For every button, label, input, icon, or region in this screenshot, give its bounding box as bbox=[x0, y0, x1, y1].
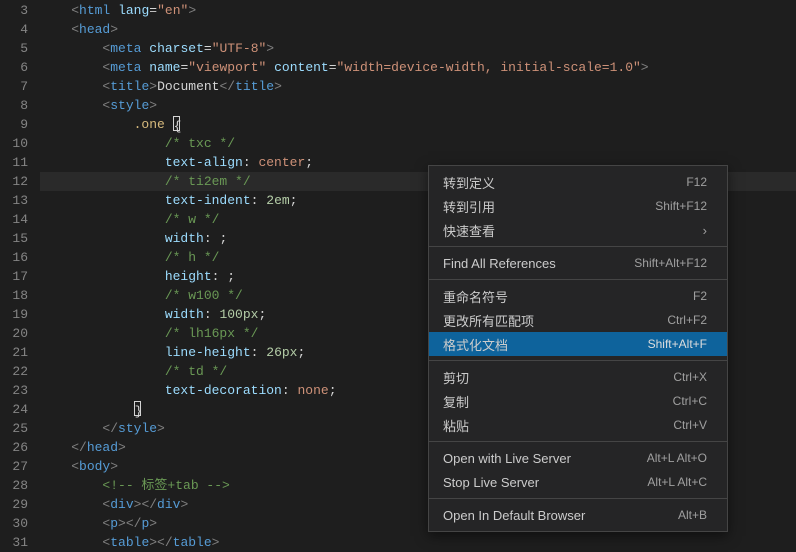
line-number: 12 bbox=[0, 172, 28, 191]
menu-item[interactable]: 重命名符号 F2 bbox=[429, 284, 727, 308]
code-line[interactable]: <meta charset="UTF-8"> bbox=[40, 39, 796, 58]
menu-item-shortcut: Ctrl+X bbox=[673, 370, 707, 384]
menu-item-label: 粘贴 bbox=[443, 416, 469, 435]
menu-item-shortcut: F12 bbox=[686, 175, 707, 189]
line-number: 24 bbox=[0, 400, 28, 419]
line-number: 6 bbox=[0, 58, 28, 77]
line-number: 10 bbox=[0, 134, 28, 153]
menu-separator bbox=[429, 246, 727, 247]
menu-item-label: 转到定义 bbox=[443, 173, 495, 192]
menu-item[interactable]: 剪切 Ctrl+X bbox=[429, 365, 727, 389]
code-line[interactable]: <style> bbox=[40, 96, 796, 115]
menu-item-label: Stop Live Server bbox=[443, 475, 539, 490]
line-number: 20 bbox=[0, 324, 28, 343]
line-number: 16 bbox=[0, 248, 28, 267]
line-number-gutter: 3456789101112131415161718192021222324252… bbox=[0, 0, 40, 541]
code-line[interactable]: /* txc */ bbox=[40, 134, 796, 153]
menu-item-shortcut: Ctrl+C bbox=[673, 394, 707, 408]
line-number: 3 bbox=[0, 1, 28, 20]
bracket-highlight: { bbox=[173, 116, 180, 131]
line-number: 8 bbox=[0, 96, 28, 115]
line-number: 25 bbox=[0, 419, 28, 438]
menu-separator bbox=[429, 498, 727, 499]
line-number: 29 bbox=[0, 495, 28, 514]
menu-item-shortcut: Alt+B bbox=[678, 508, 707, 522]
menu-item[interactable]: 粘贴 Ctrl+V bbox=[429, 413, 727, 437]
menu-item[interactable]: 转到引用 Shift+F12 bbox=[429, 194, 727, 218]
menu-item-label: 更改所有匹配项 bbox=[443, 311, 534, 330]
line-number: 5 bbox=[0, 39, 28, 58]
menu-item-shortcut: Alt+L Alt+O bbox=[647, 451, 707, 465]
line-number: 22 bbox=[0, 362, 28, 381]
menu-item[interactable]: 更改所有匹配项 Ctrl+F2 bbox=[429, 308, 727, 332]
line-number: 31 bbox=[0, 533, 28, 552]
line-number: 14 bbox=[0, 210, 28, 229]
menu-item-shortcut: Shift+Alt+F bbox=[648, 337, 707, 351]
menu-item-shortcut: Shift+Alt+F12 bbox=[634, 256, 707, 270]
line-number: 30 bbox=[0, 514, 28, 533]
line-number: 19 bbox=[0, 305, 28, 324]
line-number: 11 bbox=[0, 153, 28, 172]
line-number: 13 bbox=[0, 191, 28, 210]
line-number: 26 bbox=[0, 438, 28, 457]
menu-item[interactable]: Open with Live Server Alt+L Alt+O bbox=[429, 446, 727, 470]
menu-item-shortcut: Ctrl+V bbox=[673, 418, 707, 432]
menu-item[interactable]: 转到定义 F12 bbox=[429, 170, 727, 194]
menu-item-label: 格式化文档 bbox=[443, 335, 508, 354]
menu-item[interactable]: Find All References Shift+Alt+F12 bbox=[429, 251, 727, 275]
line-number: 18 bbox=[0, 286, 28, 305]
menu-item-shortcut: Shift+F12 bbox=[655, 199, 707, 213]
menu-item-label: 复制 bbox=[443, 392, 469, 411]
menu-item[interactable]: 格式化文档 Shift+Alt+F bbox=[429, 332, 727, 356]
code-line[interactable]: <meta name="viewport" content="width=dev… bbox=[40, 58, 796, 77]
menu-item-label: 快速查看 bbox=[443, 221, 495, 240]
line-number: 9 bbox=[0, 115, 28, 134]
menu-item[interactable]: 复制 Ctrl+C bbox=[429, 389, 727, 413]
menu-item-label: 剪切 bbox=[443, 368, 469, 387]
menu-item[interactable]: 快速查看 › bbox=[429, 218, 727, 242]
bracket-highlight: } bbox=[134, 401, 141, 416]
menu-item[interactable]: Stop Live Server Alt+L Alt+C bbox=[429, 470, 727, 494]
menu-separator bbox=[429, 279, 727, 280]
menu-item[interactable]: Open In Default Browser Alt+B bbox=[429, 503, 727, 527]
menu-item-shortcut: F2 bbox=[693, 289, 707, 303]
code-line[interactable]: <table></table> bbox=[40, 533, 796, 552]
line-number: 17 bbox=[0, 267, 28, 286]
line-number: 15 bbox=[0, 229, 28, 248]
menu-item-shortcut: Alt+L Alt+C bbox=[647, 475, 707, 489]
line-number: 23 bbox=[0, 381, 28, 400]
menu-separator bbox=[429, 360, 727, 361]
line-number: 4 bbox=[0, 20, 28, 39]
menu-item-label: Open In Default Browser bbox=[443, 508, 585, 523]
menu-item-label: Find All References bbox=[443, 256, 556, 271]
code-line[interactable]: <html lang="en"> bbox=[40, 1, 796, 20]
code-line[interactable]: .one { bbox=[40, 115, 796, 134]
chevron-right-icon: › bbox=[703, 223, 707, 238]
line-number: 21 bbox=[0, 343, 28, 362]
line-number: 28 bbox=[0, 476, 28, 495]
code-line[interactable]: <title>Document</title> bbox=[40, 77, 796, 96]
menu-separator bbox=[429, 441, 727, 442]
line-number: 7 bbox=[0, 77, 28, 96]
context-menu: 转到定义 F12 转到引用 Shift+F12 快速查看 › Find All Refere… bbox=[428, 165, 728, 532]
menu-item-shortcut: Ctrl+F2 bbox=[667, 313, 707, 327]
code-line[interactable]: <head> bbox=[40, 20, 796, 39]
menu-item-label: Open with Live Server bbox=[443, 451, 571, 466]
line-number: 27 bbox=[0, 457, 28, 476]
menu-item-label: 重命名符号 bbox=[443, 287, 508, 306]
menu-item-label: 转到引用 bbox=[443, 197, 495, 216]
